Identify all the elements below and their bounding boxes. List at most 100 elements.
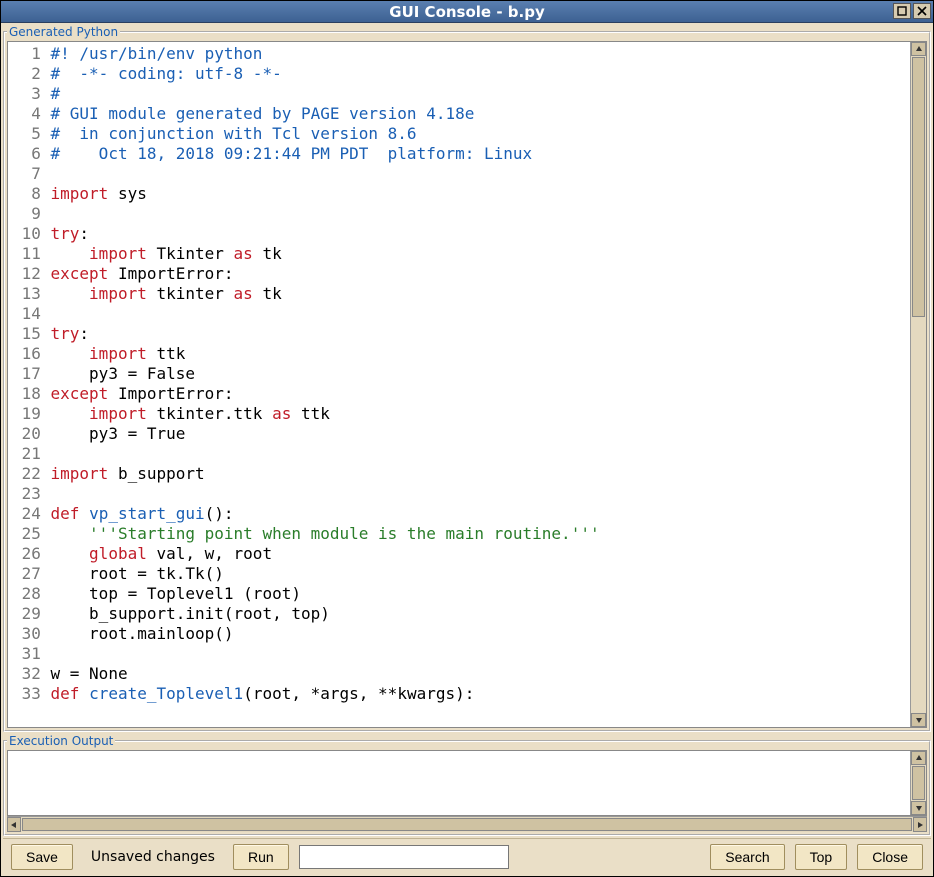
- top-button[interactable]: Top: [795, 844, 848, 870]
- search-button[interactable]: Search: [710, 844, 784, 870]
- code-line[interactable]: 4# GUI module generated by PAGE version …: [12, 104, 906, 124]
- code-token: [79, 504, 89, 523]
- line-number: 29: [12, 604, 41, 624]
- code-token: ttk: [147, 344, 186, 363]
- scroll-up-icon[interactable]: [911, 751, 926, 765]
- line-number: 32: [12, 664, 41, 684]
- code-token: #! /usr/bin/env python: [51, 44, 263, 63]
- line-number: 24: [12, 504, 41, 524]
- code-line[interactable]: 32 w = None: [12, 664, 906, 684]
- execution-text[interactable]: [8, 751, 910, 815]
- code-line[interactable]: 7: [12, 164, 906, 184]
- code-line[interactable]: 29 b_support.init(root, top): [12, 604, 906, 624]
- code-token: try: [51, 324, 80, 343]
- execution-output-legend: Execution Output: [7, 734, 115, 748]
- code-line[interactable]: 30 root.mainloop(): [12, 624, 906, 644]
- line-number: 21: [12, 444, 41, 464]
- code-line[interactable]: 26 global val, w, root: [12, 544, 906, 564]
- code-token: b_support: [108, 464, 204, 483]
- scroll-right-icon[interactable]: [913, 817, 927, 832]
- code-line[interactable]: 20 py3 = True: [12, 424, 906, 444]
- code-line[interactable]: 19 import tkinter.ttk as ttk: [12, 404, 906, 424]
- code-line[interactable]: 33def create_Toplevel1(root, *args, **kw…: [12, 684, 906, 704]
- code-token: tk: [253, 244, 282, 263]
- code-line[interactable]: 8import sys: [12, 184, 906, 204]
- close-button[interactable]: Close: [857, 844, 923, 870]
- code-vertical-scrollbar[interactable]: [910, 42, 926, 727]
- line-number: 2: [12, 64, 41, 84]
- code-line[interactable]: 16 import ttk: [12, 344, 906, 364]
- code-line[interactable]: 6# Oct 18, 2018 09:21:44 PM PDT platform…: [12, 144, 906, 164]
- line-number: 28: [12, 584, 41, 604]
- code-token: try: [51, 224, 80, 243]
- line-number: 15: [12, 324, 41, 344]
- scroll-thumb[interactable]: [22, 818, 912, 831]
- scroll-left-icon[interactable]: [7, 817, 21, 832]
- line-number: 13: [12, 284, 41, 304]
- code-line[interactable]: 18except ImportError:: [12, 384, 906, 404]
- code-token: b_support.init(root, top): [51, 604, 330, 623]
- code-token: vp_start_gui: [89, 504, 205, 523]
- code-line[interactable]: 17 py3 = False: [12, 364, 906, 384]
- code-line[interactable]: 31: [12, 644, 906, 664]
- code-token: except: [51, 384, 109, 403]
- code-token: ttk: [291, 404, 330, 423]
- save-button[interactable]: Save: [11, 844, 73, 870]
- code-token: import: [89, 244, 147, 263]
- code-line[interactable]: 2# -*- coding: utf-8 -*-: [12, 64, 906, 84]
- code-token: '''Starting point when module is the mai…: [89, 524, 600, 543]
- scroll-up-icon[interactable]: [911, 42, 926, 56]
- line-number: 25: [12, 524, 41, 544]
- code-line[interactable]: 9: [12, 204, 906, 224]
- scroll-down-icon[interactable]: [911, 801, 926, 815]
- maximize-icon[interactable]: [893, 3, 911, 19]
- code-line[interactable]: 13 import tkinter as tk: [12, 284, 906, 304]
- window-title: GUI Console - b.py: [1, 3, 933, 21]
- code-line[interactable]: 27 root = tk.Tk(): [12, 564, 906, 584]
- line-number: 22: [12, 464, 41, 484]
- code-token: root = tk.Tk(): [51, 564, 224, 583]
- line-number: 33: [12, 684, 41, 704]
- code-line[interactable]: 1#! /usr/bin/env python: [12, 44, 906, 64]
- code-token: import: [89, 404, 147, 423]
- code-line[interactable]: 21: [12, 444, 906, 464]
- code-line[interactable]: 3#: [12, 84, 906, 104]
- code-token: ImportError:: [108, 264, 233, 283]
- code-token: w = None: [51, 664, 128, 683]
- code-token: def: [51, 504, 80, 523]
- code-token: except: [51, 264, 109, 283]
- line-number: 6: [12, 144, 41, 164]
- code-line[interactable]: 5# in conjunction with Tcl version 8.6: [12, 124, 906, 144]
- titlebar[interactable]: GUI Console - b.py: [1, 1, 933, 23]
- execution-scroll-wrap: [7, 750, 927, 816]
- exec-horizontal-scrollbar[interactable]: [7, 816, 927, 832]
- close-icon[interactable]: [913, 3, 931, 19]
- search-input[interactable]: [299, 845, 509, 869]
- code-line[interactable]: 24 def vp_start_gui():: [12, 504, 906, 524]
- code-line[interactable]: 15try:: [12, 324, 906, 344]
- code-token: import: [51, 184, 109, 203]
- code-token: [51, 244, 90, 263]
- code-token: tkinter.ttk: [147, 404, 272, 423]
- code-line[interactable]: 11 import Tkinter as tk: [12, 244, 906, 264]
- line-number: 17: [12, 364, 41, 384]
- exec-vertical-scrollbar[interactable]: [910, 751, 926, 815]
- code-token: ():: [205, 504, 234, 523]
- code-line[interactable]: 23: [12, 484, 906, 504]
- scroll-thumb[interactable]: [912, 766, 925, 800]
- line-number: 8: [12, 184, 41, 204]
- code-line[interactable]: 22import b_support: [12, 464, 906, 484]
- code-line[interactable]: 25 '''Starting point when module is the …: [12, 524, 906, 544]
- scroll-thumb[interactable]: [912, 57, 925, 317]
- client-area: Generated Python 1#! /usr/bin/env python…: [1, 23, 933, 876]
- code-line[interactable]: 14: [12, 304, 906, 324]
- code-line[interactable]: 10try:: [12, 224, 906, 244]
- code-line[interactable]: 12except ImportError:: [12, 264, 906, 284]
- line-number: 11: [12, 244, 41, 264]
- code-token: root.mainloop(): [51, 624, 234, 643]
- scroll-down-icon[interactable]: [911, 713, 926, 727]
- code-line[interactable]: 28 top = Toplevel1 (root): [12, 584, 906, 604]
- code-text[interactable]: 1#! /usr/bin/env python2# -*- coding: ut…: [8, 42, 910, 727]
- run-button[interactable]: Run: [233, 844, 289, 870]
- code-token: as: [234, 284, 253, 303]
